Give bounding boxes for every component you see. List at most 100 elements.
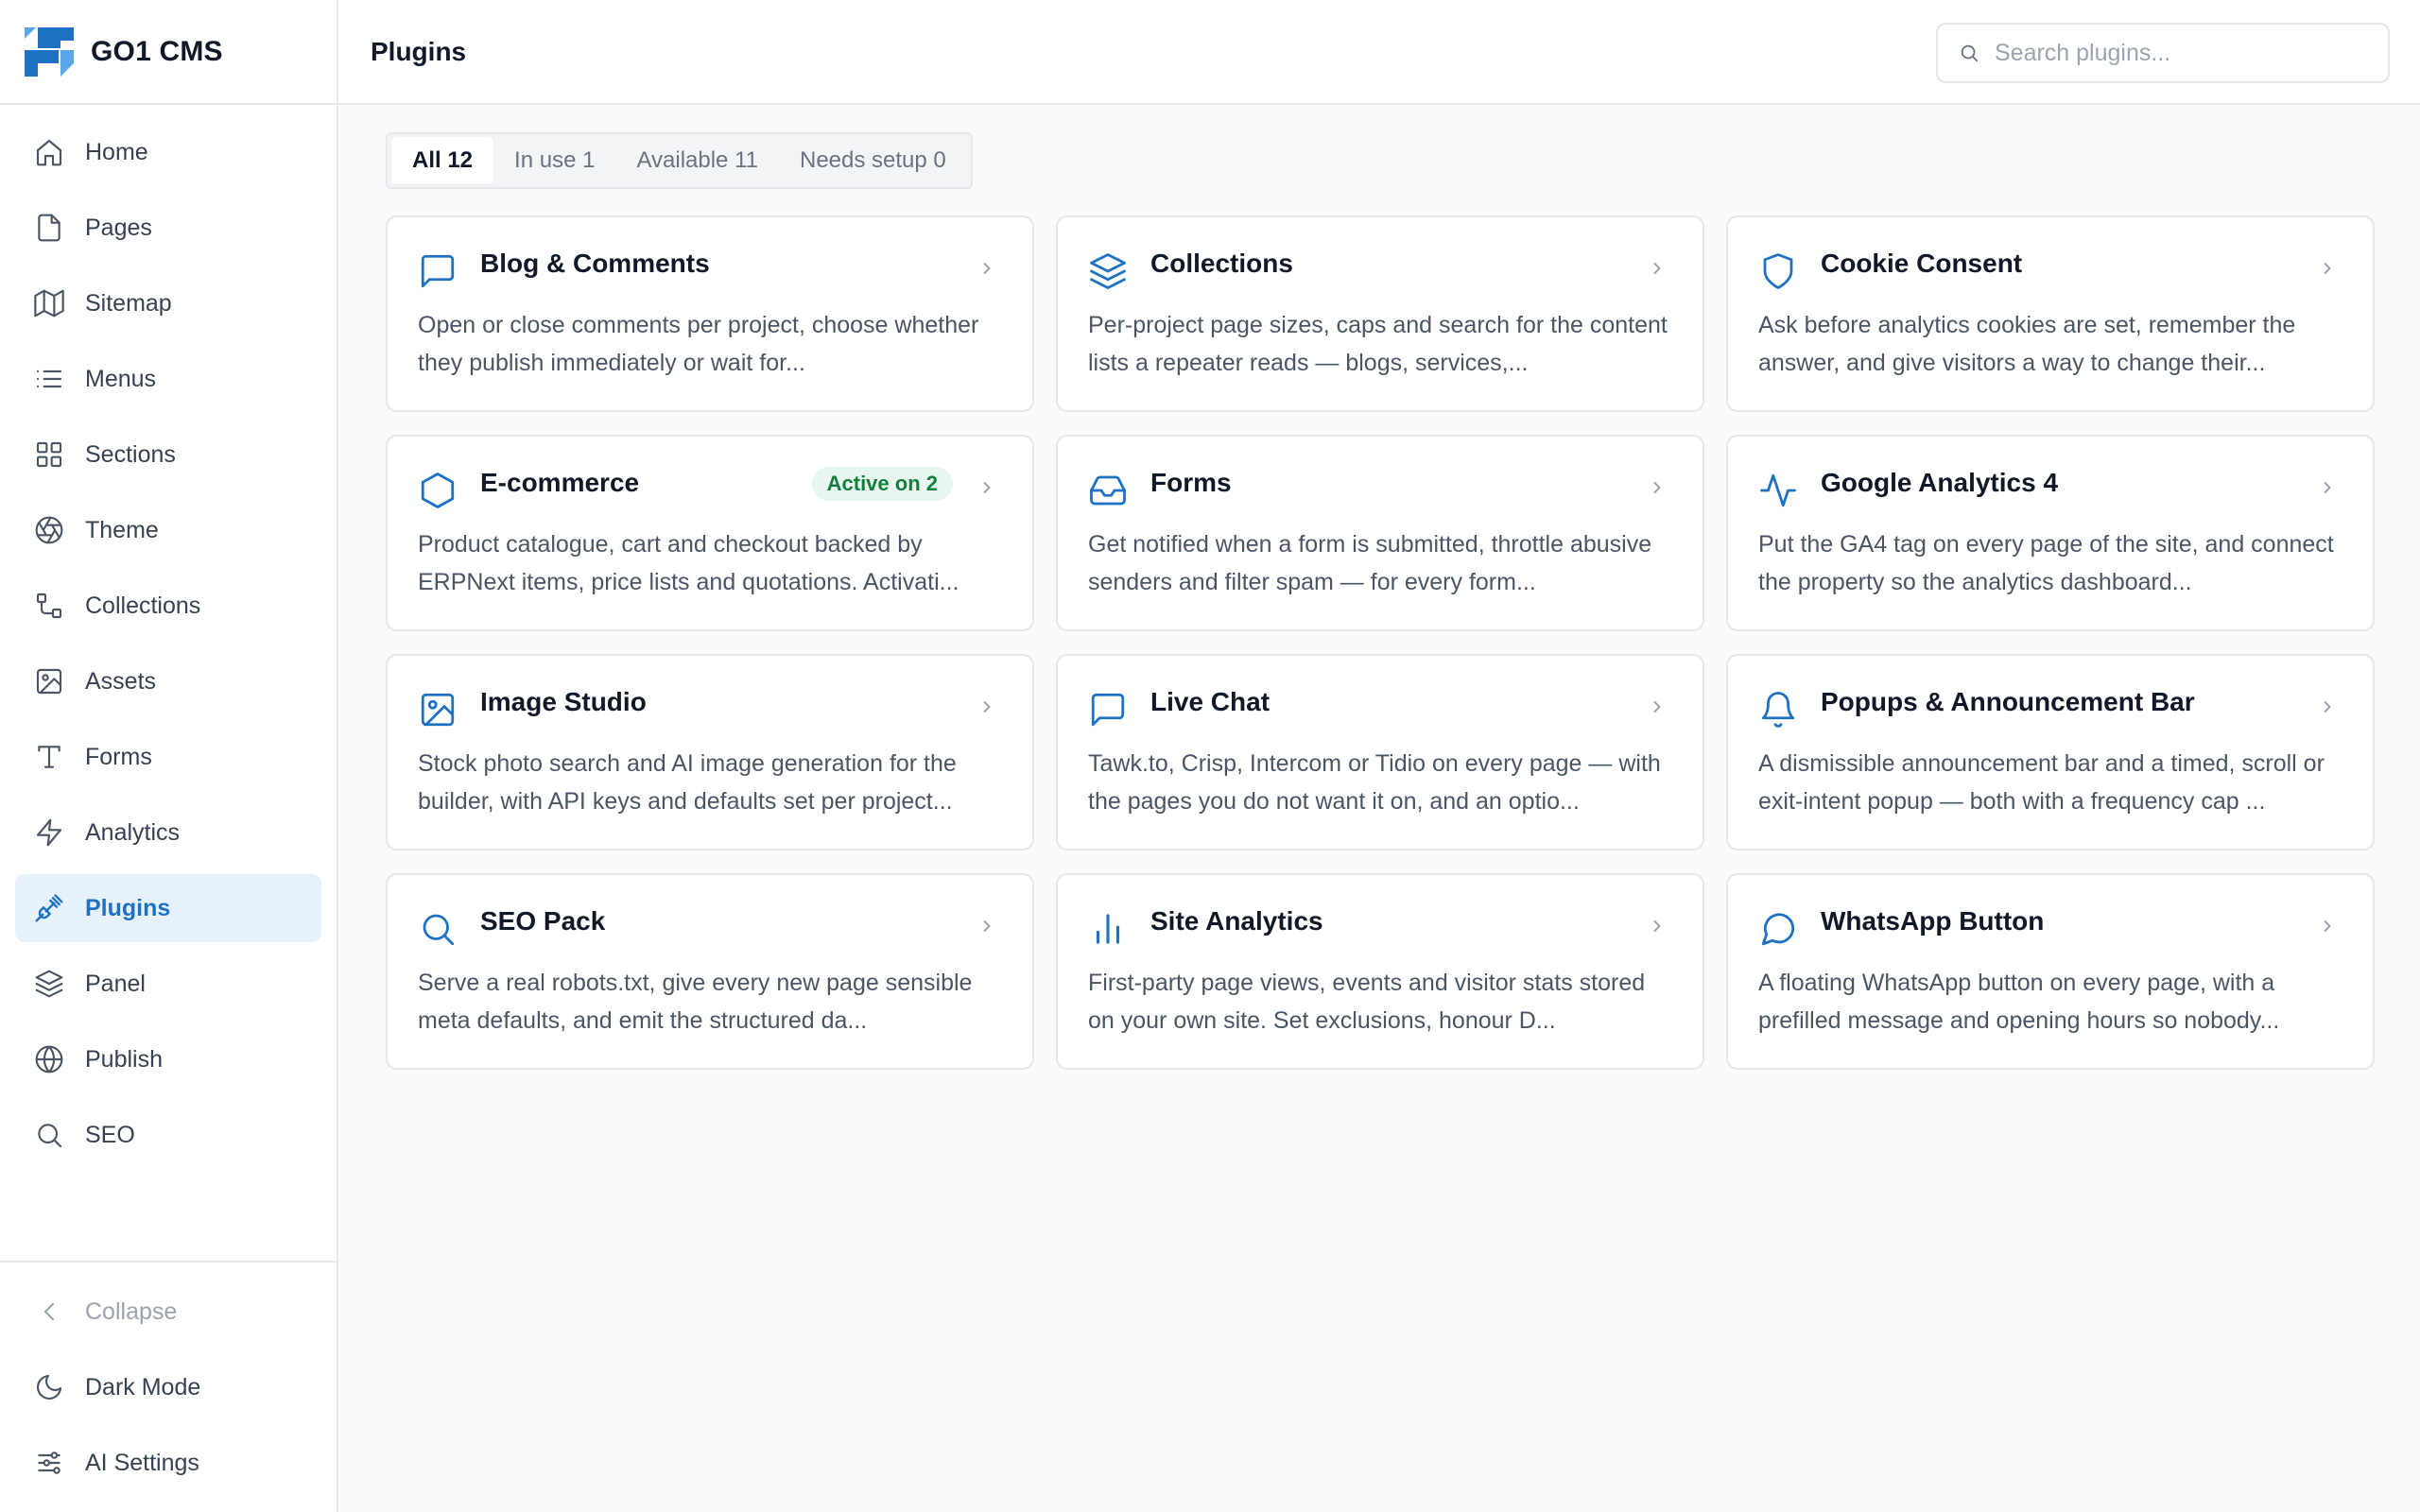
sidebar-item-menus[interactable]: Menus xyxy=(15,345,321,413)
chevron-right-icon xyxy=(983,701,991,713)
plugin-title: Popups & Announcement Bar xyxy=(1821,687,2195,716)
sidebar: GO1 CMS Home Pages Sitemap Menus Section… xyxy=(0,0,338,1512)
search-box[interactable] xyxy=(1936,23,2390,83)
collapse-button[interactable]: Collapse xyxy=(15,1278,321,1346)
lightning-icon xyxy=(36,818,62,847)
sidebar-item-label: Forms xyxy=(85,743,152,770)
plugin-grid: Blog & Comments Open or close comments p… xyxy=(386,215,2375,1070)
sidebar-item-label: Plugins xyxy=(85,894,171,921)
sidebar-item-publish[interactable]: Publish xyxy=(15,1025,321,1093)
sidebar-item-seo[interactable]: SEO xyxy=(15,1101,321,1169)
sidebar-item-label: Sections xyxy=(85,440,176,468)
plugin-description: Serve a real robots.txt, give every new … xyxy=(418,970,973,1034)
sliders-icon xyxy=(38,1452,60,1474)
sidebar-item-theme[interactable]: Theme xyxy=(15,496,321,564)
sidebar-item-label: Publish xyxy=(85,1045,163,1073)
chevron-right-icon xyxy=(1653,263,1661,274)
ai-settings-button[interactable]: AI Settings xyxy=(15,1429,321,1497)
sidebar-item-panel[interactable]: Panel xyxy=(15,950,321,1018)
sidebar-item-sitemap[interactable]: Sitemap xyxy=(15,269,321,337)
plugin-card-cookie-consent[interactable]: Cookie Consent Ask before analytics cook… xyxy=(1726,215,2375,412)
sidebar-item-plugins[interactable]: Plugins xyxy=(15,874,321,942)
plugin-title: Blog & Comments xyxy=(480,249,710,278)
plugin-card-site-analytics[interactable]: Site Analytics First-party page views, e… xyxy=(1056,873,1704,1070)
grid-icon xyxy=(36,441,62,468)
plugin-title: Collections xyxy=(1150,249,1293,278)
search-input[interactable] xyxy=(1995,39,2373,67)
hexagon-icon xyxy=(421,472,455,508)
plugin-title: Google Analytics 4 xyxy=(1821,468,2059,497)
sidebar-nav: Home Pages Sitemap Menus Sections Theme … xyxy=(0,105,337,1169)
tab-all[interactable]: All 12 xyxy=(391,137,494,184)
sidebar-item-sections[interactable]: Sections xyxy=(15,421,321,489)
sidebar-item-forms[interactable]: Forms xyxy=(15,723,321,791)
plugin-card-google-analytics[interactable]: Google Analytics 4 Put the GA4 tag on ev… xyxy=(1726,435,2375,631)
plugin-card-blog-comments[interactable]: Blog & Comments Open or close comments p… xyxy=(386,215,1034,412)
search-icon xyxy=(38,1124,62,1148)
aperture-icon xyxy=(35,516,63,544)
chevron-right-icon xyxy=(1653,701,1661,713)
plugin-description: Put the GA4 tag on every page of the sit… xyxy=(1758,531,2334,595)
sidebar-item-pages[interactable]: Pages xyxy=(15,194,321,262)
plugin-description: Stock photo search and AI image generati… xyxy=(418,750,957,815)
chevron-right-icon xyxy=(983,920,991,932)
plugin-card-whatsapp[interactable]: WhatsApp Button A floating WhatsApp butt… xyxy=(1726,873,2375,1070)
sidebar-item-home[interactable]: Home xyxy=(15,118,321,186)
plugin-title: SEO Pack xyxy=(480,906,606,936)
brand[interactable]: GO1 CMS xyxy=(0,0,337,105)
search-icon xyxy=(1961,44,1979,62)
filter-tabs: All 12 In use 1 Available 11 Needs setup… xyxy=(386,132,973,189)
sidebar-item-label: SEO xyxy=(85,1121,135,1148)
sidebar-footer: Collapse Dark Mode AI Settings xyxy=(0,1261,337,1512)
chevron-right-icon xyxy=(2324,263,2331,274)
status-badge: Active on 2 xyxy=(811,467,953,501)
plugin-description: Per-project page sizes, caps and search … xyxy=(1088,312,1668,376)
plugin-card-ecommerce[interactable]: E-commerce Active on 2 Product catalogue… xyxy=(386,435,1034,631)
chevron-right-icon xyxy=(1653,920,1661,932)
plugin-card-collections[interactable]: Collections Per-project page sizes, caps… xyxy=(1056,215,1704,412)
sidebar-item-analytics[interactable]: Analytics xyxy=(15,799,321,867)
layers-icon xyxy=(1090,253,1126,289)
collections-icon xyxy=(36,593,62,619)
sidebar-item-label: Home xyxy=(85,138,148,165)
chevron-right-icon xyxy=(2324,920,2331,932)
tab-in-use[interactable]: In use 1 xyxy=(493,137,615,184)
plugin-card-live-chat[interactable]: Live Chat Tawk.to, Crisp, Intercom or Ti… xyxy=(1056,654,1704,850)
dark-mode-label: Dark Mode xyxy=(85,1373,201,1400)
plugin-description: Open or close comments per project, choo… xyxy=(418,312,979,376)
sidebar-item-label: Sitemap xyxy=(85,289,172,317)
plugin-card-popups[interactable]: Popups & Announcement Bar A dismissible … xyxy=(1726,654,2375,850)
sidebar-item-label: Panel xyxy=(85,970,146,997)
tab-available[interactable]: Available 11 xyxy=(615,137,779,184)
plugin-description: Product catalogue, cart and checkout bac… xyxy=(418,531,959,595)
chevron-right-icon xyxy=(983,263,991,274)
message-square-icon xyxy=(421,254,455,288)
chevron-right-icon xyxy=(983,482,991,493)
message-circle-icon xyxy=(1761,913,1795,946)
chevron-right-icon xyxy=(2324,701,2331,713)
plug-icon xyxy=(35,894,63,922)
sidebar-item-collections[interactable]: Collections xyxy=(15,572,321,640)
dark-mode-toggle[interactable]: Dark Mode xyxy=(15,1353,321,1421)
search-icon xyxy=(423,914,455,946)
plugin-description: Get notified when a form is submitted, t… xyxy=(1088,531,1652,595)
home-icon xyxy=(36,139,62,166)
plugin-card-image-studio[interactable]: Image Studio Stock photo search and AI i… xyxy=(386,654,1034,850)
sidebar-item-label: Menus xyxy=(85,365,157,392)
list-icon xyxy=(36,369,62,388)
plugin-card-forms[interactable]: Forms Get notified when a form is submit… xyxy=(1056,435,1704,631)
sidebar-item-assets[interactable]: Assets xyxy=(15,647,321,715)
type-icon xyxy=(38,746,60,768)
file-icon xyxy=(38,214,60,242)
shield-icon xyxy=(1763,253,1793,289)
moon-icon xyxy=(37,1374,62,1400)
plugin-card-seo-pack[interactable]: SEO Pack Serve a real robots.txt, give e… xyxy=(386,873,1034,1070)
sidebar-item-label: Theme xyxy=(85,516,159,543)
plugin-description: Tawk.to, Crisp, Intercom or Tidio on eve… xyxy=(1088,750,1661,815)
sidebar-item-label: Assets xyxy=(85,667,157,695)
plugin-title: Forms xyxy=(1150,468,1232,497)
image-icon xyxy=(36,668,62,695)
message-square-icon xyxy=(1091,693,1125,727)
plugin-description: Ask before analytics cookies are set, re… xyxy=(1758,312,2296,376)
tab-needs-setup[interactable]: Needs setup 0 xyxy=(779,137,967,184)
